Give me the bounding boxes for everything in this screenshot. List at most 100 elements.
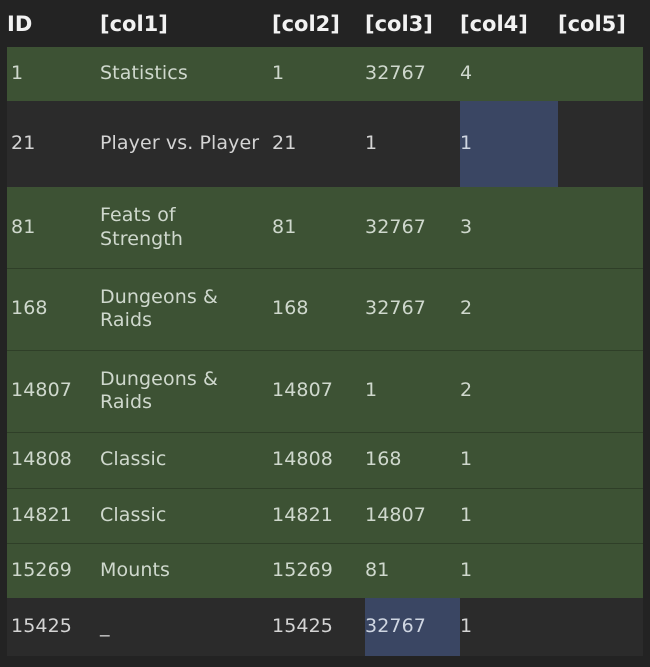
- cell-col4[interactable]: 1: [460, 598, 558, 656]
- cell-col5[interactable]: [558, 543, 643, 598]
- cell-id[interactable]: 15269: [7, 543, 100, 598]
- cell-text: 81: [11, 215, 36, 238]
- cell-col5[interactable]: [558, 47, 643, 101]
- cell-col1[interactable]: _: [100, 598, 272, 656]
- cell-col4[interactable]: 1: [460, 488, 558, 543]
- cell-col4[interactable]: 1: [460, 432, 558, 488]
- table-row[interactable]: 21 Player vs. Player 21 1 1: [0, 101, 650, 187]
- cell-id[interactable]: 14807: [7, 350, 100, 432]
- cell-col4-selected[interactable]: 1: [460, 101, 558, 187]
- cell-id[interactable]: 14808: [7, 432, 100, 488]
- row-gutter-left: [0, 432, 7, 488]
- cell-col2[interactable]: 14807: [272, 350, 365, 432]
- cell-col2[interactable]: 14808: [272, 432, 365, 488]
- cell-id[interactable]: 21: [7, 101, 100, 187]
- cell-text: 81: [365, 558, 390, 581]
- column-header-col2[interactable]: [col2]: [272, 0, 365, 47]
- cell-col2[interactable]: 15425: [272, 598, 365, 656]
- cell-text: 1: [460, 615, 473, 638]
- table-row[interactable]: 15425 _ 15425 32767 1: [0, 598, 650, 656]
- cell-col3[interactable]: 32767: [365, 187, 460, 268]
- cell-text: 14821: [272, 503, 333, 526]
- cell-text: 1: [460, 503, 473, 526]
- cell-text: 15269: [11, 558, 72, 581]
- table-row[interactable]: 14808 Classic 14808 168 1: [0, 432, 650, 488]
- row-gutter-left: [0, 598, 7, 656]
- row-gutter-right: [643, 187, 650, 268]
- cell-col3[interactable]: 32767: [365, 47, 460, 101]
- cell-col2[interactable]: 21: [272, 101, 365, 187]
- row-gutter-right: [643, 101, 650, 187]
- cell-col4[interactable]: 1: [460, 543, 558, 598]
- cell-col2[interactable]: 81: [272, 187, 365, 268]
- cell-col3[interactable]: 14807: [365, 488, 460, 543]
- cell-col3-selected[interactable]: 32767: [365, 598, 460, 656]
- cell-col3[interactable]: 1: [365, 101, 460, 187]
- table-row[interactable]: 81 Feats of Strength 81 32767 3: [0, 187, 650, 268]
- row-gutter-left: [0, 101, 7, 187]
- table-row[interactable]: 14807 Dungeons & Raids 14807 1 2: [0, 350, 650, 432]
- cell-text: 1: [460, 132, 473, 155]
- cell-col1[interactable]: Classic: [100, 488, 272, 543]
- cell-col5[interactable]: [558, 488, 643, 543]
- table-row[interactable]: 14821 Classic 14821 14807 1: [0, 488, 650, 543]
- cell-text: 15269: [272, 558, 333, 581]
- cell-col3[interactable]: 168: [365, 432, 460, 488]
- cell-col1[interactable]: Dungeons & Raids: [100, 350, 272, 432]
- column-header-id[interactable]: ID: [7, 0, 100, 47]
- cell-id[interactable]: 168: [7, 268, 100, 350]
- cell-col1[interactable]: Dungeons & Raids: [100, 268, 272, 350]
- cell-text: 1: [11, 62, 24, 85]
- cell-col2[interactable]: 14821: [272, 488, 365, 543]
- cell-col5[interactable]: [558, 268, 643, 350]
- cell-text: 32767: [365, 615, 426, 638]
- cell-col5[interactable]: [558, 598, 643, 656]
- cell-col1[interactable]: Classic: [100, 432, 272, 488]
- row-gutter-right: [643, 488, 650, 543]
- cell-text: 1: [460, 558, 473, 581]
- column-header-col3[interactable]: [col3]: [365, 0, 460, 47]
- cell-col4[interactable]: 2: [460, 268, 558, 350]
- cell-col2[interactable]: 1: [272, 47, 365, 101]
- cell-text: 32767: [365, 215, 426, 238]
- column-header-col1[interactable]: [col1]: [100, 0, 272, 47]
- table-header-row: ID [col1] [col2] [col3] [col4] [col5]: [0, 0, 650, 47]
- cell-text: 14807: [11, 379, 72, 402]
- column-header-col4[interactable]: [col4]: [460, 0, 558, 47]
- cell-text: 14807: [365, 503, 426, 526]
- cell-col5[interactable]: [558, 432, 643, 488]
- cell-text: 1: [460, 448, 473, 471]
- cell-text: 1: [365, 132, 378, 155]
- data-table: ID [col1] [col2] [col3] [col4] [col5] 1 …: [0, 0, 650, 656]
- table-row[interactable]: 15269 Mounts 15269 81 1: [0, 543, 650, 598]
- table-row[interactable]: 168 Dungeons & Raids 168 32767 2: [0, 268, 650, 350]
- cell-text: Classic: [100, 448, 167, 471]
- cell-col2[interactable]: 15269: [272, 543, 365, 598]
- cell-col5[interactable]: [558, 350, 643, 432]
- cell-text: Classic: [100, 503, 167, 526]
- cell-col4[interactable]: 4: [460, 47, 558, 101]
- cell-text: 168: [11, 297, 48, 320]
- cell-text: 21: [272, 132, 297, 155]
- cell-col5[interactable]: [558, 187, 643, 268]
- column-header-col5[interactable]: [col5]: [558, 0, 643, 47]
- cell-col5[interactable]: [558, 101, 643, 187]
- cell-text: 14821: [11, 503, 72, 526]
- cell-id[interactable]: 14821: [7, 488, 100, 543]
- cell-col1[interactable]: Mounts: [100, 543, 272, 598]
- cell-col1[interactable]: Player vs. Player: [100, 101, 272, 187]
- cell-col4[interactable]: 3: [460, 187, 558, 268]
- cell-col2[interactable]: 168: [272, 268, 365, 350]
- cell-col3[interactable]: 1: [365, 350, 460, 432]
- cell-col1[interactable]: Feats of Strength: [100, 187, 272, 268]
- cell-text: _: [100, 615, 110, 638]
- cell-id[interactable]: 1: [7, 47, 100, 101]
- cell-text: Dungeons & Raids: [100, 285, 218, 331]
- cell-col3[interactable]: 81: [365, 543, 460, 598]
- cell-id[interactable]: 15425: [7, 598, 100, 656]
- table-row[interactable]: 1 Statistics 1 32767 4: [0, 47, 650, 101]
- cell-col3[interactable]: 32767: [365, 268, 460, 350]
- cell-col4[interactable]: 2: [460, 350, 558, 432]
- cell-id[interactable]: 81: [7, 187, 100, 268]
- cell-col1[interactable]: Statistics: [100, 47, 272, 101]
